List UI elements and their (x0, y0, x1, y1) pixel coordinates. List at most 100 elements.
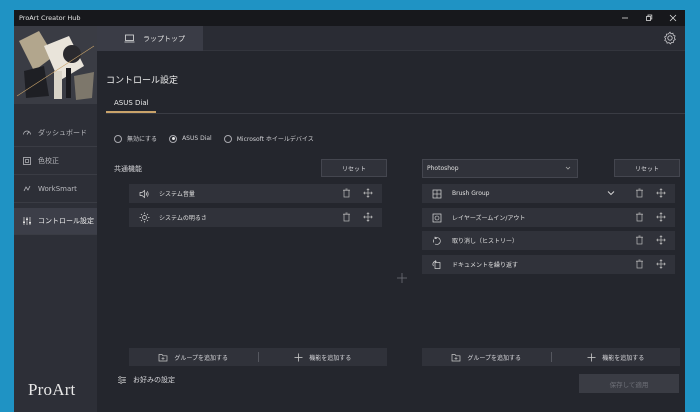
folder-plus-icon (452, 353, 461, 361)
laptop-icon (124, 34, 135, 43)
trash-icon[interactable] (634, 212, 644, 222)
radio-label: Microsoft ホイールデバイス (236, 136, 314, 143)
proart-logo: ProArt (28, 380, 76, 399)
left-add-bar: グループを追加する 機能を追加する (129, 348, 387, 366)
preferences-label: お好みの設定 (133, 376, 175, 384)
restore-icon (646, 14, 653, 21)
radio-asus-dial[interactable]: ASUS Dial (169, 134, 212, 143)
app-window: ProArt Creator Hub ダッシュボード 色校正 WorkSmart… (14, 10, 685, 412)
list-item-label: レイヤーズームイン/アウト (452, 215, 526, 222)
reset-button-common[interactable]: リセット (321, 159, 387, 177)
sidebar-item-dashboard[interactable]: ダッシュボード (14, 120, 97, 147)
brush-group-icon (431, 188, 443, 200)
add-function-button[interactable]: 機能を追加する (259, 348, 388, 366)
artwork-illustration-icon (14, 26, 97, 104)
radio-disable[interactable]: 無効にする (114, 134, 157, 143)
list-item-system-volume[interactable]: システム音量 (129, 184, 382, 203)
window-controls (613, 10, 685, 26)
radio-label: ASUS Dial (182, 135, 212, 142)
list-item-label: Brush Group (452, 190, 490, 197)
sidebar-item-color-calibration[interactable]: 色校正 (14, 148, 97, 175)
trash-icon[interactable] (634, 259, 644, 269)
sidebar-item-label: 色校正 (38, 157, 59, 165)
list-item-label: 取り消し（ヒストリー） (452, 238, 519, 245)
add-group-label: グループを追加する (467, 354, 522, 362)
sidebar: ダッシュボード 色校正 WorkSmart コントロール設定 ProArt (14, 26, 97, 412)
list-item-undo-history[interactable]: 取り消し（ヒストリー） (422, 231, 675, 250)
add-function-button[interactable]: 機能を追加する (552, 348, 681, 366)
page-title: コントロール設定 (106, 76, 179, 86)
list-item-label: システム音量 (159, 191, 195, 198)
move-icon[interactable] (656, 188, 666, 198)
plus-icon (587, 353, 596, 361)
radio-label: 無効にする (127, 136, 158, 143)
divider (106, 113, 685, 114)
radio-microsoft-wheel[interactable]: Microsoft ホイールデバイス (223, 134, 314, 143)
add-group-label: グループを追加する (174, 354, 229, 362)
move-icon[interactable] (656, 212, 666, 222)
sidebar-item-label: ダッシュボード (38, 129, 87, 137)
sidebar-item-label: コントロール設定 (38, 217, 94, 225)
radio-button-selected-icon (169, 134, 178, 143)
title-bar: ProArt Creator Hub (14, 10, 685, 26)
list-item-label: システムの明るさ (159, 215, 207, 222)
layer-zoom-icon (431, 212, 443, 224)
minimize-icon (622, 17, 628, 19)
document-cycle-icon (431, 259, 443, 271)
folder-plus-icon (159, 353, 168, 361)
sidebar-item-control-settings[interactable]: コントロール設定 (14, 208, 97, 235)
minimize-button[interactable] (613, 10, 637, 26)
trash-icon[interactable] (341, 188, 351, 198)
sidebar-item-worksmart[interactable]: WorkSmart (14, 176, 97, 203)
plus-icon (294, 353, 303, 361)
tab-laptop[interactable]: ラップトップ (97, 26, 203, 51)
app-select[interactable]: Photoshop (422, 159, 578, 178)
close-icon (669, 14, 677, 22)
chevron-down-icon[interactable] (606, 188, 616, 198)
save-apply-button[interactable]: 保存して適用 (579, 374, 679, 393)
list-item-brush-group[interactable]: Brush Group (422, 184, 675, 203)
undo-history-icon (431, 235, 443, 247)
move-icon[interactable] (656, 259, 666, 269)
settings-button[interactable] (663, 31, 677, 45)
main-content: ラップトップ コントロール設定 ASUS Dial 無効にする ASUS Dia… (97, 26, 685, 412)
dial-mode-radio-group: 無効にする ASUS Dial Microsoft ホイールデバイス (114, 134, 314, 143)
brightness-icon (138, 212, 150, 224)
speaker-icon (138, 188, 150, 200)
tab-laptop-label: ラップトップ (143, 34, 185, 43)
add-group-button[interactable]: グループを追加する (422, 348, 551, 366)
reset-button-app[interactable]: リセット (614, 159, 680, 177)
list-item-document-cycle[interactable]: ドキュメントを繰り返す (422, 255, 675, 274)
proart-artwork (14, 26, 97, 104)
add-group-button[interactable]: グループを追加する (129, 348, 258, 366)
plus-icon[interactable] (396, 272, 408, 284)
preferences-link[interactable]: お好みの設定 (117, 375, 175, 385)
close-button[interactable] (661, 10, 685, 26)
add-function-label: 機能を追加する (602, 354, 645, 362)
app-select-value: Photoshop (427, 165, 459, 172)
add-function-label: 機能を追加する (309, 354, 352, 362)
sliders-icon (118, 376, 126, 384)
radio-button-icon (114, 134, 122, 143)
list-item-label: ドキュメントを繰り返す (452, 262, 519, 269)
move-icon[interactable] (363, 212, 373, 222)
radio-button-icon (223, 134, 232, 143)
color-calibration-icon (22, 156, 32, 166)
move-icon[interactable] (363, 188, 373, 198)
gear-icon (664, 31, 676, 45)
trash-icon[interactable] (341, 212, 351, 222)
move-icon[interactable] (656, 235, 666, 245)
list-item-layer-zoom[interactable]: レイヤーズームイン/アウト (422, 208, 675, 227)
trash-icon[interactable] (634, 235, 644, 245)
tab-asus-dial[interactable]: ASUS Dial (114, 99, 149, 107)
common-functions-label: 共通機能 (114, 165, 142, 173)
sidebar-item-label: WorkSmart (38, 185, 77, 193)
right-add-bar: グループを追加する 機能を追加する (422, 348, 680, 366)
worksmart-icon (22, 184, 32, 194)
list-item-system-brightness[interactable]: システムの明るさ (129, 208, 382, 227)
dashboard-icon (22, 128, 32, 138)
trash-icon[interactable] (634, 188, 644, 198)
top-bar: ラップトップ (97, 26, 685, 51)
sliders-icon (22, 216, 32, 226)
restore-button[interactable] (637, 10, 661, 26)
